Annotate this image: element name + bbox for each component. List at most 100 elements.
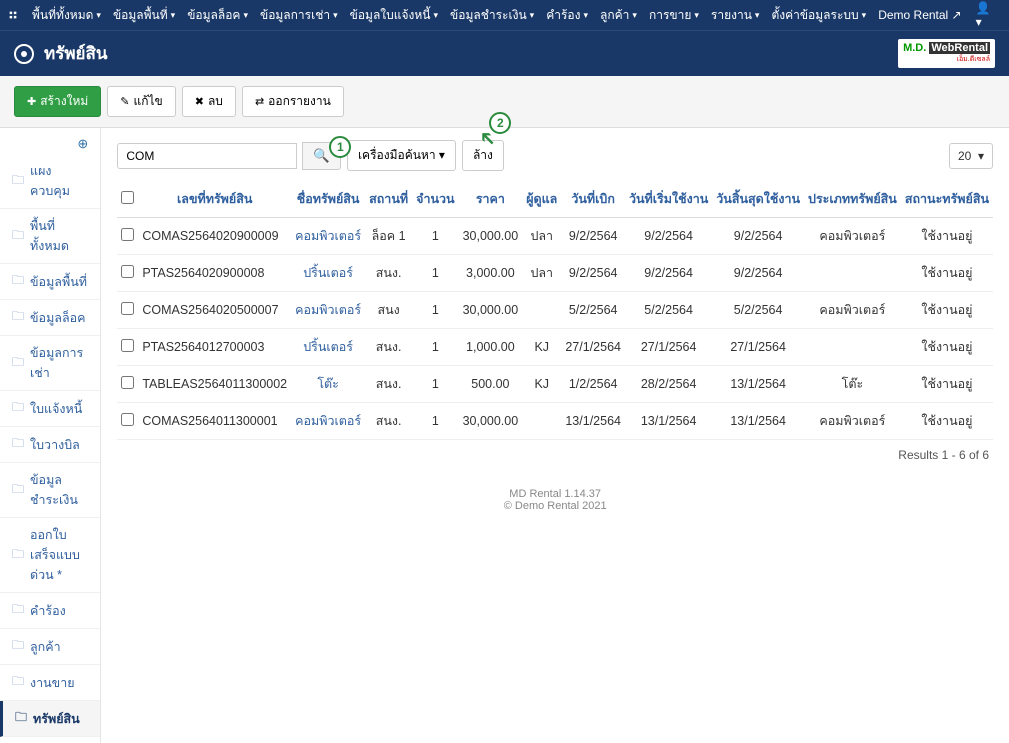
search-input[interactable] [117,143,297,169]
search-icon: 🔍 [313,148,330,163]
cell-location: สนง. [365,329,412,366]
table-row: COMAS2564020900009คอมพิวเตอร์ล็อค 1130,0… [117,218,993,255]
row-checkbox[interactable] [121,376,134,389]
brand-logo: M.D. WebRental เอ็ม.ดีเซลล์ [898,39,995,68]
cell-date2: 5/2/2564 [625,292,712,329]
sidebar-item[interactable]: 🗀ข้อมูลล็อค [0,300,100,336]
nav-item[interactable]: ข้อมูลชำระเงิน▾ [444,6,540,25]
export-icon: ⇄ [255,95,264,108]
chevron-down-icon: ▾ [439,148,445,162]
col-header[interactable]: สถานที่ [365,181,412,218]
folder-icon: 🗀 [12,600,24,621]
sidebar-item[interactable]: 🗀งานขาย [0,665,100,701]
cell-date2: 28/2/2564 [625,366,712,403]
sidebar-item[interactable]: 🗀ทรัพย์สิน [0,701,100,737]
main-content: 1 2 ➔ 🔍 เครื่องมือค้นหา ▾ ล้าง 20 ▾ เลขท… [101,128,1009,743]
row-checkbox[interactable] [121,265,134,278]
cell-keeper [522,292,561,329]
col-header[interactable]: วันที่เริ่มใช้งาน [625,181,712,218]
nav-item[interactable]: คำร้อง▾ [540,6,594,25]
cell-date2: 9/2/2564 [625,218,712,255]
cell-asset-no: COMAS2564020900009 [138,218,291,255]
sidebar-item[interactable]: 🗀ข้อมูลพื้นที่ [0,264,100,300]
row-checkbox[interactable] [121,302,134,315]
col-header[interactable]: เลขที่ทรัพย์สิน [138,181,291,218]
nav-item[interactable]: ข้อมูลพื้นที่▾ [107,6,181,25]
cell-price: 30,000.00 [459,218,523,255]
nav-item[interactable]: ข้อมูลใบแจ้งหนี้▾ [344,6,444,25]
results-count: Results 1 - 6 of 6 [117,440,993,470]
nav-item[interactable]: พื้นที่ทั้งหมด▾ [26,6,107,25]
footer-copyright: © Demo Rental 2021 [117,500,993,512]
sidebar-item[interactable]: 🗀ข้อมูลชำระเงิน [0,463,100,518]
col-header[interactable]: จำนวน [412,181,458,218]
pencil-icon: ✎ [120,95,129,108]
table-row: COMAS2564011300001คอมพิวเตอร์สนง.130,000… [117,403,993,440]
folder-icon: 🗀 [12,171,24,192]
cell-status: ใช้งานอยู่ [901,366,993,403]
cell-asset-name[interactable]: คอมพิวเตอร์ [291,292,365,329]
nav-item[interactable]: ข้อมูลล็อค▾ [181,6,254,25]
cell-status: ใช้งานอยู่ [901,403,993,440]
col-header[interactable]: สถานะทรัพย์สิน [901,181,993,218]
cell-status: ใช้งานอยู่ [901,218,993,255]
table-row: PTAS2564020900008ปริ้นเตอร์สนง.13,000.00… [117,255,993,292]
cell-date1: 13/1/2564 [561,403,625,440]
plus-icon: ✚ [27,95,36,108]
folder-icon: 🗀 [12,480,24,501]
new-button[interactable]: ✚สร้างใหม่ [14,86,101,117]
nav-item[interactable]: การขาย▾ [643,6,705,25]
cell-qty: 1 [412,292,458,329]
footer-version: MD Rental 1.14.37 [117,488,993,500]
nav-item[interactable]: รายงาน▾ [705,6,766,25]
cell-asset-name[interactable]: ปริ้นเตอร์ [291,255,365,292]
cell-date1: 9/2/2564 [561,218,625,255]
sidebar-collapse[interactable]: ⊕ [0,134,100,154]
col-header[interactable]: ชื่อทรัพย์สิน [291,181,365,218]
select-all-checkbox[interactable] [121,191,134,204]
table-row: COMAS2564020500007คอมพิวเตอร์สนง130,000.… [117,292,993,329]
col-header[interactable]: วันที่เบิก [561,181,625,218]
cell-type: คอมพิวเตอร์ [804,403,901,440]
col-header[interactable]: ราคา [459,181,523,218]
edit-button[interactable]: ✎แก้ไข [107,86,175,117]
folder-icon: 🗀 [12,672,24,693]
sidebar-item[interactable]: 🗀แผงควบคุม [0,154,100,209]
sidebar-item[interactable]: 🗀ข้อมูลการเช่า [0,336,100,391]
site-link[interactable]: Demo Rental ↗ [872,8,967,22]
sidebar-item[interactable]: 🗀ลูกค้า [0,629,100,665]
cell-asset-name[interactable]: คอมพิวเตอร์ [291,403,365,440]
target-icon [14,44,34,64]
limit-select[interactable]: 20 ▾ [949,143,993,169]
col-header[interactable]: วันสิ้นสุดใช้งาน [712,181,804,218]
sidebar-item[interactable]: 🗀ใบแจ้งหนี้ [0,391,100,427]
col-header[interactable]: ผู้ดูแล [522,181,561,218]
nav-item[interactable]: ตั้งค่าข้อมูลระบบ▾ [765,6,872,25]
col-header[interactable]: ประเภททรัพย์สิน [804,181,901,218]
delete-button[interactable]: ✖ลบ [182,86,236,117]
search-tools-button[interactable]: เครื่องมือค้นหา ▾ [347,140,456,171]
nav-item[interactable]: ลูกค้า▾ [594,6,643,25]
user-menu[interactable]: 👤 ▾ [968,1,1001,29]
folder-icon: 🗀 [15,708,27,729]
sidebar-item[interactable]: 🗀ใบวางบิล [0,427,100,463]
cell-asset-name[interactable]: ปริ้นเตอร์ [291,329,365,366]
cell-qty: 1 [412,403,458,440]
folder-icon: 🗀 [12,545,24,566]
row-checkbox[interactable] [121,413,134,426]
sidebar-item[interactable]: 🗀พื้นที่ทั้งหมด [0,209,100,264]
sidebar: ⊕ 🗀แผงควบคุม🗀พื้นที่ทั้งหมด🗀ข้อมูลพื้นที… [0,128,101,743]
export-button[interactable]: ⇄ออกรายงาน [242,86,344,117]
sidebar-item[interactable]: 🗀คำร้อง [0,593,100,629]
sidebar-item[interactable]: 🗀ออกใบเสร็จแบบด่วน * [0,518,100,593]
cell-asset-name[interactable]: คอมพิวเตอร์ [291,218,365,255]
cell-asset-no: PTAS2564020900008 [138,255,291,292]
row-checkbox[interactable] [121,339,134,352]
cell-keeper: KJ [522,329,561,366]
nav-item[interactable]: ข้อมูลการเช่า▾ [254,6,344,25]
cell-type: คอมพิวเตอร์ [804,218,901,255]
row-checkbox[interactable] [121,228,134,241]
cell-asset-name[interactable]: โต๊ะ [291,366,365,403]
cell-type: โต๊ะ [804,366,901,403]
cell-qty: 1 [412,218,458,255]
